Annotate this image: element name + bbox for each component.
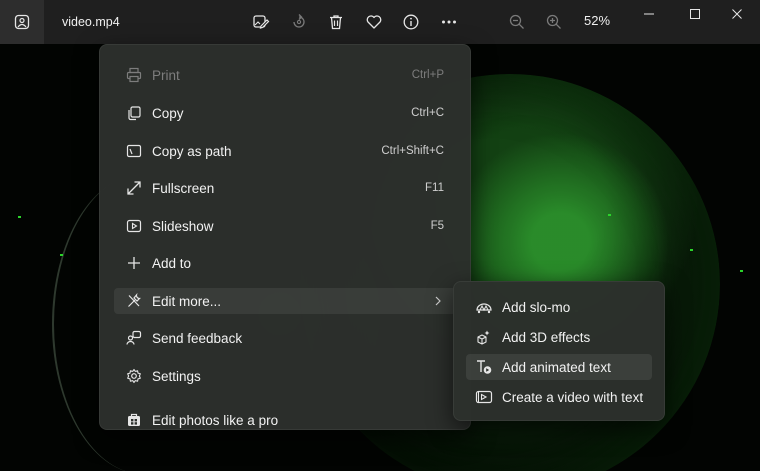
menu-item-send-feedback[interactable]: Send feedback bbox=[114, 325, 456, 351]
submenu-item-add-3d-effects[interactable]: Add 3D effects bbox=[466, 324, 652, 350]
more-options-menu: Print Ctrl+P Copy Ctrl+C Copy as path Ct… bbox=[99, 44, 471, 430]
submenu-item-label: Add animated text bbox=[502, 359, 611, 375]
favorite-button[interactable] bbox=[360, 8, 388, 36]
menu-item-add-to[interactable]: Add to bbox=[114, 250, 456, 276]
menu-item-label: Edit photos like a pro bbox=[152, 412, 279, 428]
submenu-item-add-animated-text[interactable]: Add animated text bbox=[466, 354, 652, 380]
effects-3d-icon bbox=[466, 329, 502, 345]
fullscreen-icon bbox=[114, 180, 152, 196]
tools-icon bbox=[114, 293, 152, 309]
photos-app-icon bbox=[14, 14, 30, 30]
delete-button[interactable] bbox=[322, 8, 350, 36]
slomo-icon bbox=[466, 299, 502, 315]
feedback-icon bbox=[114, 330, 152, 346]
edit-more-submenu: Add slo-mo Add 3D effects Add animated t… bbox=[453, 281, 665, 421]
more-options-button[interactable] bbox=[435, 8, 463, 36]
edit-image-icon bbox=[252, 13, 270, 31]
close-button[interactable] bbox=[714, 0, 760, 28]
zoom-in-icon bbox=[545, 13, 563, 31]
info-button[interactable] bbox=[397, 8, 425, 36]
store-icon bbox=[114, 412, 152, 428]
plus-icon bbox=[114, 255, 152, 271]
animated-text-icon bbox=[466, 359, 502, 375]
rotate-icon bbox=[290, 13, 308, 31]
zoom-level[interactable]: 52% bbox=[584, 13, 610, 28]
menu-item-label: Slideshow bbox=[152, 218, 214, 234]
edit-image-button[interactable] bbox=[247, 8, 275, 36]
close-icon bbox=[731, 8, 743, 20]
menu-item-edit-photos-pro[interactable]: Edit photos like a pro bbox=[114, 407, 456, 429]
menu-item-copy[interactable]: Copy Ctrl+C bbox=[114, 100, 456, 126]
zoom-in-button[interactable] bbox=[540, 8, 568, 36]
info-icon bbox=[402, 13, 420, 31]
maximize-icon bbox=[689, 8, 701, 20]
favorite-icon bbox=[365, 13, 383, 31]
app-menu-button[interactable] bbox=[0, 0, 44, 44]
more-icon bbox=[440, 13, 458, 31]
menu-item-label: Edit more... bbox=[152, 293, 222, 309]
menu-item-label: Copy as path bbox=[152, 143, 232, 159]
menu-item-print[interactable]: Print Ctrl+P bbox=[114, 62, 456, 88]
video-text-icon bbox=[466, 389, 502, 405]
slideshow-icon bbox=[114, 218, 152, 234]
minimize-button[interactable] bbox=[626, 0, 672, 28]
menu-item-shortcut: Ctrl+C bbox=[411, 107, 444, 119]
menu-item-label: Fullscreen bbox=[152, 180, 215, 196]
menu-item-label: Send feedback bbox=[152, 330, 243, 346]
zoom-out-button[interactable] bbox=[503, 8, 531, 36]
submenu-item-add-slo-mo[interactable]: Add slo-mo bbox=[466, 294, 652, 320]
maximize-button[interactable] bbox=[672, 0, 718, 28]
submenu-item-create-video-with-text[interactable]: Create a video with text bbox=[466, 384, 652, 410]
minimize-icon bbox=[643, 8, 655, 20]
submenu-item-label: Add 3D effects bbox=[502, 329, 591, 345]
file-name: video.mp4 bbox=[62, 15, 120, 29]
menu-item-fullscreen[interactable]: Fullscreen F11 bbox=[114, 175, 456, 201]
submenu-item-label: Add slo-mo bbox=[502, 299, 571, 315]
menu-item-shortcut: Ctrl+Shift+C bbox=[381, 145, 444, 157]
path-icon bbox=[114, 143, 152, 159]
title-bar: video.mp4 52% bbox=[0, 0, 760, 44]
menu-item-copy-as-path[interactable]: Copy as path Ctrl+Shift+C bbox=[114, 138, 456, 164]
menu-item-shortcut: F11 bbox=[425, 182, 444, 194]
printer-icon bbox=[114, 67, 152, 83]
submenu-item-label: Create a video with text bbox=[502, 389, 644, 405]
chevron-right-icon bbox=[432, 294, 444, 308]
menu-item-settings[interactable]: Settings bbox=[114, 363, 456, 389]
menu-item-edit-more[interactable]: Edit more... bbox=[114, 288, 456, 314]
zoom-out-icon bbox=[508, 13, 526, 31]
menu-item-slideshow[interactable]: Slideshow F5 bbox=[114, 213, 456, 239]
copy-icon bbox=[114, 105, 152, 121]
menu-item-label: Copy bbox=[152, 105, 184, 121]
settings-icon bbox=[114, 368, 152, 384]
menu-item-label: Print bbox=[152, 67, 180, 83]
delete-icon bbox=[327, 13, 345, 31]
menu-item-label: Settings bbox=[152, 368, 201, 384]
menu-item-label: Add to bbox=[152, 255, 192, 271]
rotate-button[interactable] bbox=[285, 8, 313, 36]
menu-item-shortcut: Ctrl+P bbox=[411, 69, 444, 81]
menu-item-shortcut: F5 bbox=[430, 220, 444, 232]
